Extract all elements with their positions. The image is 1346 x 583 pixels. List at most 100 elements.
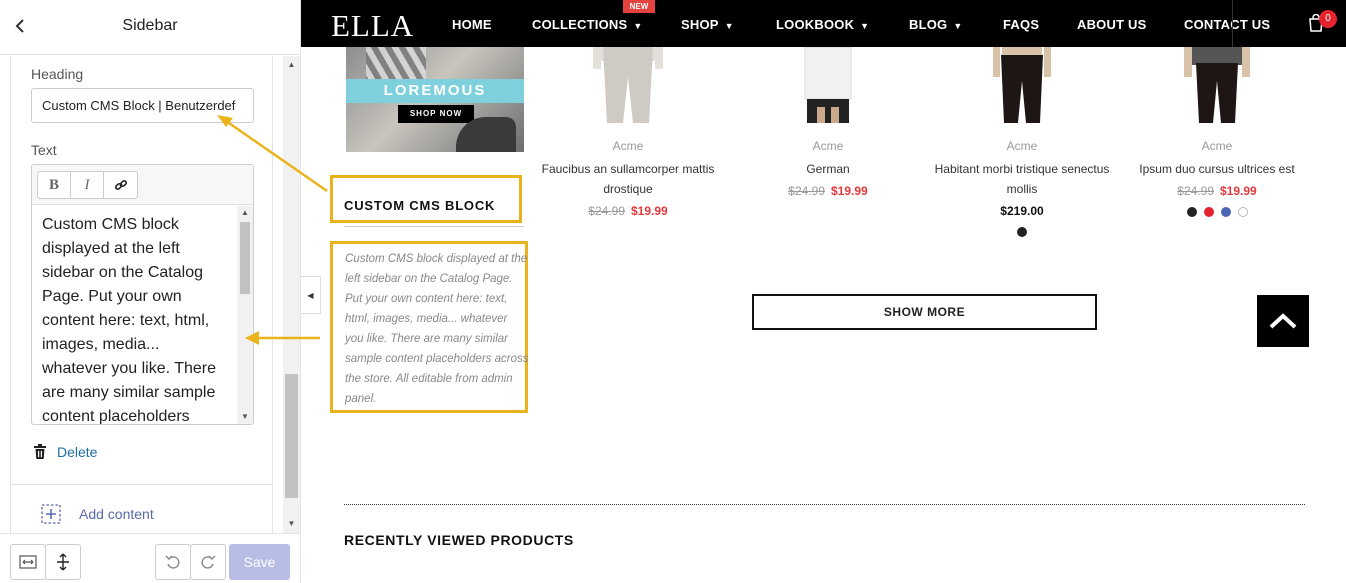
product-photo [993, 47, 1051, 123]
cart-count-badge: 0 [1319, 10, 1337, 28]
text-editor-scrollbar[interactable]: ▲ ▼ [237, 206, 253, 424]
old-price: $24.99 [1177, 184, 1214, 198]
scroll-up-icon[interactable]: ▲ [283, 58, 300, 72]
color-swatch[interactable] [1186, 207, 1197, 217]
nav-home[interactable]: HOME [452, 17, 492, 32]
product-name[interactable]: Ipsum duo cursus ultrices est [1122, 159, 1312, 179]
chevron-up-icon [1269, 313, 1297, 329]
product-photo [1184, 47, 1250, 123]
link-button[interactable] [104, 172, 137, 198]
scroll-up-icon[interactable]: ▲ [237, 206, 253, 220]
new-badge: NEW [623, 0, 655, 13]
nav-about-us[interactable]: ABOUT US [1077, 17, 1147, 32]
redo-icon [201, 555, 216, 569]
product-brand: Acme [612, 139, 644, 153]
product-name[interactable]: Faucibus an sullamcorper mattis drostiqu… [533, 159, 723, 199]
delete-block-button[interactable]: Delete [33, 444, 97, 460]
caret-down-icon: ▼ [724, 21, 734, 31]
save-button[interactable]: Save [229, 544, 290, 580]
product-brand: Acme [812, 139, 844, 153]
product-card[interactable]: Acme Faucibus an sullamcorper mattis dro… [533, 47, 723, 218]
nav-label: BLOG [909, 17, 948, 32]
top-navigation: ELLA HOME COLLECTIONS ▼ NEW SHOP ▼ LOOKBOO… [301, 0, 1346, 47]
nav-label: FAQS [1003, 17, 1040, 32]
product-price: $24.99 $19.99 [1122, 184, 1312, 198]
collapse-sidebar-button[interactable]: ◀ [301, 276, 321, 314]
nav-contact-us[interactable]: CONTACT US [1184, 17, 1270, 32]
heading-input[interactable]: Custom CMS Block | Benutzerdef [31, 88, 254, 123]
color-swatch[interactable] [1203, 207, 1214, 217]
inspect-button[interactable] [45, 544, 81, 580]
product-image[interactable] [783, 46, 873, 123]
scrollbar-thumb[interactable] [285, 374, 298, 498]
cms-block-title: CUSTOM CMS BLOCK [344, 198, 496, 213]
store-logo[interactable]: ELLA [331, 8, 414, 44]
editor-sidebar: Sidebar Heading Custom CMS Block | Benut… [0, 0, 301, 583]
text-editor: B I Custom CMS block displayed at the le… [31, 164, 254, 425]
bold-button[interactable]: B [38, 172, 71, 198]
product-card[interactable]: Acme Habitant morbi tristique senectus m… [927, 47, 1117, 237]
link-icon [114, 179, 127, 191]
product-card[interactable]: Acme German $24.99 $19.99 [733, 46, 923, 198]
nav-divider [1232, 0, 1233, 47]
scrollbar-thumb[interactable] [240, 222, 250, 294]
product-photo [804, 46, 852, 123]
old-price: $24.99 [588, 204, 625, 218]
caret-left-icon: ◀ [307, 290, 314, 300]
cms-title-underline [344, 226, 524, 227]
nav-blog[interactable]: BLOG ▼ [909, 17, 962, 32]
move-vertical-icon [57, 553, 69, 571]
heading-input-value: Custom CMS Block | Benutzerdef [42, 98, 236, 113]
text-editor-content[interactable]: Custom CMS block displayed at the left s… [32, 206, 237, 424]
product-image[interactable] [583, 47, 673, 123]
nav-label: SHOP [681, 17, 719, 32]
add-content-label: Add content [79, 506, 154, 522]
recently-viewed-heading: RECENTLY VIEWED PRODUCTS [344, 532, 574, 548]
product-card[interactable]: Acme Ipsum duo cursus ultrices est $24.9… [1122, 47, 1312, 217]
promo-banner-image[interactable]: LOREMOUS SHOP NOW [346, 47, 524, 152]
redo-button[interactable] [190, 544, 226, 580]
text-editor-toolbar: B I [32, 165, 253, 205]
editor-title: Sidebar [122, 17, 178, 34]
color-swatch[interactable] [1237, 207, 1248, 217]
nav-faqs[interactable]: FAQS [1003, 17, 1039, 32]
back-to-top-button[interactable] [1257, 295, 1309, 347]
trash-icon [34, 444, 46, 459]
product-name[interactable]: Habitant morbi tristique senectus mollis [927, 159, 1117, 199]
sale-price: $19.99 [1220, 184, 1257, 198]
product-image[interactable] [1172, 47, 1262, 123]
color-swatches [1122, 207, 1312, 217]
scroll-down-icon[interactable]: ▼ [237, 410, 253, 424]
nav-label: LOOKBOOK [776, 17, 855, 32]
app-root: Sidebar Heading Custom CMS Block | Benut… [0, 0, 1346, 583]
editor-footer: Save [0, 533, 300, 583]
editor-scrollbar[interactable]: ▲ ▼ [283, 56, 300, 533]
product-price: $24.99 $19.99 [733, 184, 923, 198]
product-image[interactable] [977, 47, 1067, 123]
undo-icon [165, 555, 180, 569]
caret-down-icon: ▼ [953, 21, 963, 31]
italic-button[interactable]: I [71, 172, 104, 198]
nav-lookbook[interactable]: LOOKBOOK ▼ [776, 17, 869, 32]
fit-width-button[interactable] [10, 544, 46, 580]
product-name[interactable]: German [733, 159, 923, 179]
add-content-button[interactable]: Add content [41, 504, 154, 524]
scroll-down-icon[interactable]: ▼ [283, 517, 300, 531]
banner-headline: LOREMOUS [346, 79, 524, 103]
section-divider [344, 504, 1305, 505]
nav-shop[interactable]: SHOP ▼ [681, 17, 734, 32]
color-swatch[interactable] [1220, 207, 1231, 217]
banner-shop-now-button[interactable]: SHOP NOW [398, 105, 474, 123]
product-brand: Acme [1201, 139, 1233, 153]
caret-down-icon: ▼ [633, 21, 643, 31]
color-swatch[interactable] [1017, 227, 1027, 237]
nav-collections[interactable]: COLLECTIONS ▼ [532, 17, 642, 32]
product-price: $24.99 $19.99 [533, 204, 723, 218]
expand-horizontal-icon [19, 555, 37, 569]
section-settings-panel: Heading Custom CMS Block | Benutzerdef T… [10, 56, 273, 533]
nav-label: CONTACT US [1184, 17, 1271, 32]
nav-label: HOME [452, 17, 492, 32]
show-more-button[interactable]: SHOW MORE [752, 294, 1097, 330]
undo-button[interactable] [155, 544, 191, 580]
nav-label: ABOUT US [1077, 17, 1147, 32]
